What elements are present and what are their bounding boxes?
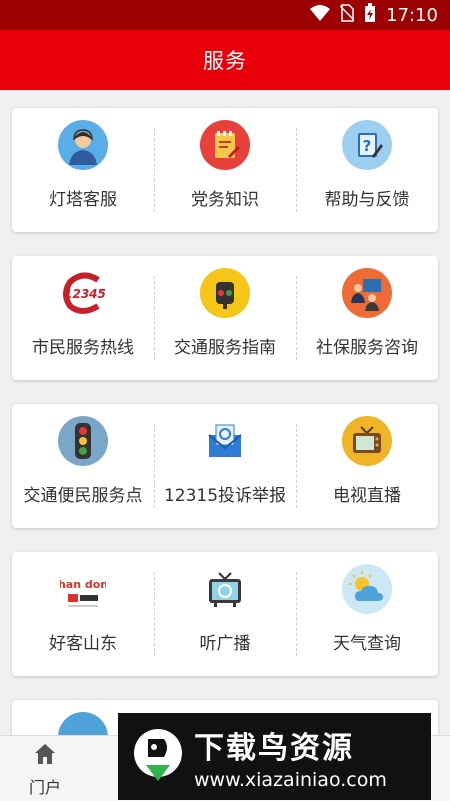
- service-item-citizen-hotline[interactable]: 12345 市民服务热线: [12, 256, 154, 380]
- page-title: 服务: [203, 49, 247, 73]
- status-bar: 17:10: [0, 0, 450, 30]
- service-item-haoke-shandong[interactable]: Shan dong 好客山东: [12, 552, 154, 676]
- service-card: 灯塔客服 党务知识 ? 帮助与反馈: [12, 108, 438, 232]
- help-feedback-icon: ?: [342, 120, 392, 170]
- service-label: 市民服务热线: [32, 338, 134, 358]
- service-label: 交通便民服务点: [23, 486, 143, 506]
- watermark-title: 下载鸟资源: [194, 730, 354, 766]
- no-sim-icon: [339, 4, 355, 26]
- service-label: 听广播: [199, 634, 251, 654]
- service-item-12315-complaint[interactable]: 12315投诉举报: [154, 404, 296, 528]
- service-item-lighthouse-support[interactable]: 灯塔客服: [12, 108, 154, 232]
- service-label: 好客山东: [49, 634, 117, 654]
- svg-text:?: ?: [363, 137, 372, 155]
- customer-service-icon: [58, 120, 108, 170]
- watermark-overlay: 下载鸟资源 www.xiazainiao.com: [118, 713, 431, 800]
- hotline-badge-text: 12345: [64, 287, 106, 301]
- traffic-light-icon: [200, 268, 250, 318]
- hotline-12345-icon: 12345: [58, 268, 108, 318]
- tv-live-icon: [342, 416, 392, 466]
- weather-icon: [342, 564, 392, 614]
- app-header: 服务: [0, 30, 450, 90]
- wifi-icon: [310, 5, 331, 25]
- service-item-tv-live[interactable]: 电视直播: [296, 404, 438, 528]
- status-time: 17:10: [386, 4, 438, 26]
- service-label: 电视直播: [333, 486, 401, 506]
- service-label: 交通服务指南: [174, 338, 276, 358]
- nav-label: 门户: [28, 778, 61, 797]
- party-notebook-icon: [200, 120, 250, 170]
- complaint-mail-icon: [200, 416, 250, 466]
- service-item-traffic-service-points[interactable]: 交通便民服务点: [12, 404, 154, 528]
- service-item-help-feedback[interactable]: ? 帮助与反馈: [296, 108, 438, 232]
- service-label: 社保服务咨询: [316, 338, 418, 358]
- watermark-url: www.xiazainiao.com: [194, 768, 387, 791]
- service-item-listen-radio[interactable]: 听广播: [154, 552, 296, 676]
- service-card: 12345 市民服务热线 交通服务指南 社保服务咨询: [12, 256, 438, 380]
- home-icon: [33, 742, 57, 770]
- service-label: 帮助与反馈: [324, 190, 410, 210]
- traffic-signal-icon: [58, 416, 108, 466]
- service-label: 天气查询: [333, 634, 401, 654]
- nav-item-portal[interactable]: 门户: [0, 736, 90, 801]
- service-item-party-knowledge[interactable]: 党务知识: [154, 108, 296, 232]
- radio-icon: [200, 564, 250, 614]
- service-label: 党务知识: [191, 190, 259, 210]
- service-icon: [58, 712, 108, 735]
- service-item-traffic-guide[interactable]: 交通服务指南: [154, 256, 296, 380]
- logo-text: Shan dong: [60, 578, 106, 591]
- haoke-shandong-logo: Shan dong: [58, 564, 108, 614]
- battery-charging-icon: [364, 3, 376, 27]
- service-label: 灯塔客服: [49, 190, 117, 210]
- service-card: 交通便民服务点 12315投诉举报 电视直播: [12, 404, 438, 528]
- service-item-weather[interactable]: 天气查询: [296, 552, 438, 676]
- bird-logo-icon: [130, 723, 186, 791]
- service-label: 12315投诉举报: [163, 486, 287, 506]
- services-list: 灯塔客服 党务知识 ? 帮助与反馈 12345 市民服务热线 交通服务指南 社保…: [0, 90, 450, 735]
- service-card: Shan dong 好客山东 听广播: [12, 552, 438, 676]
- service-item-social-security[interactable]: 社保服务咨询: [296, 256, 438, 380]
- social-security-icon: [342, 268, 392, 318]
